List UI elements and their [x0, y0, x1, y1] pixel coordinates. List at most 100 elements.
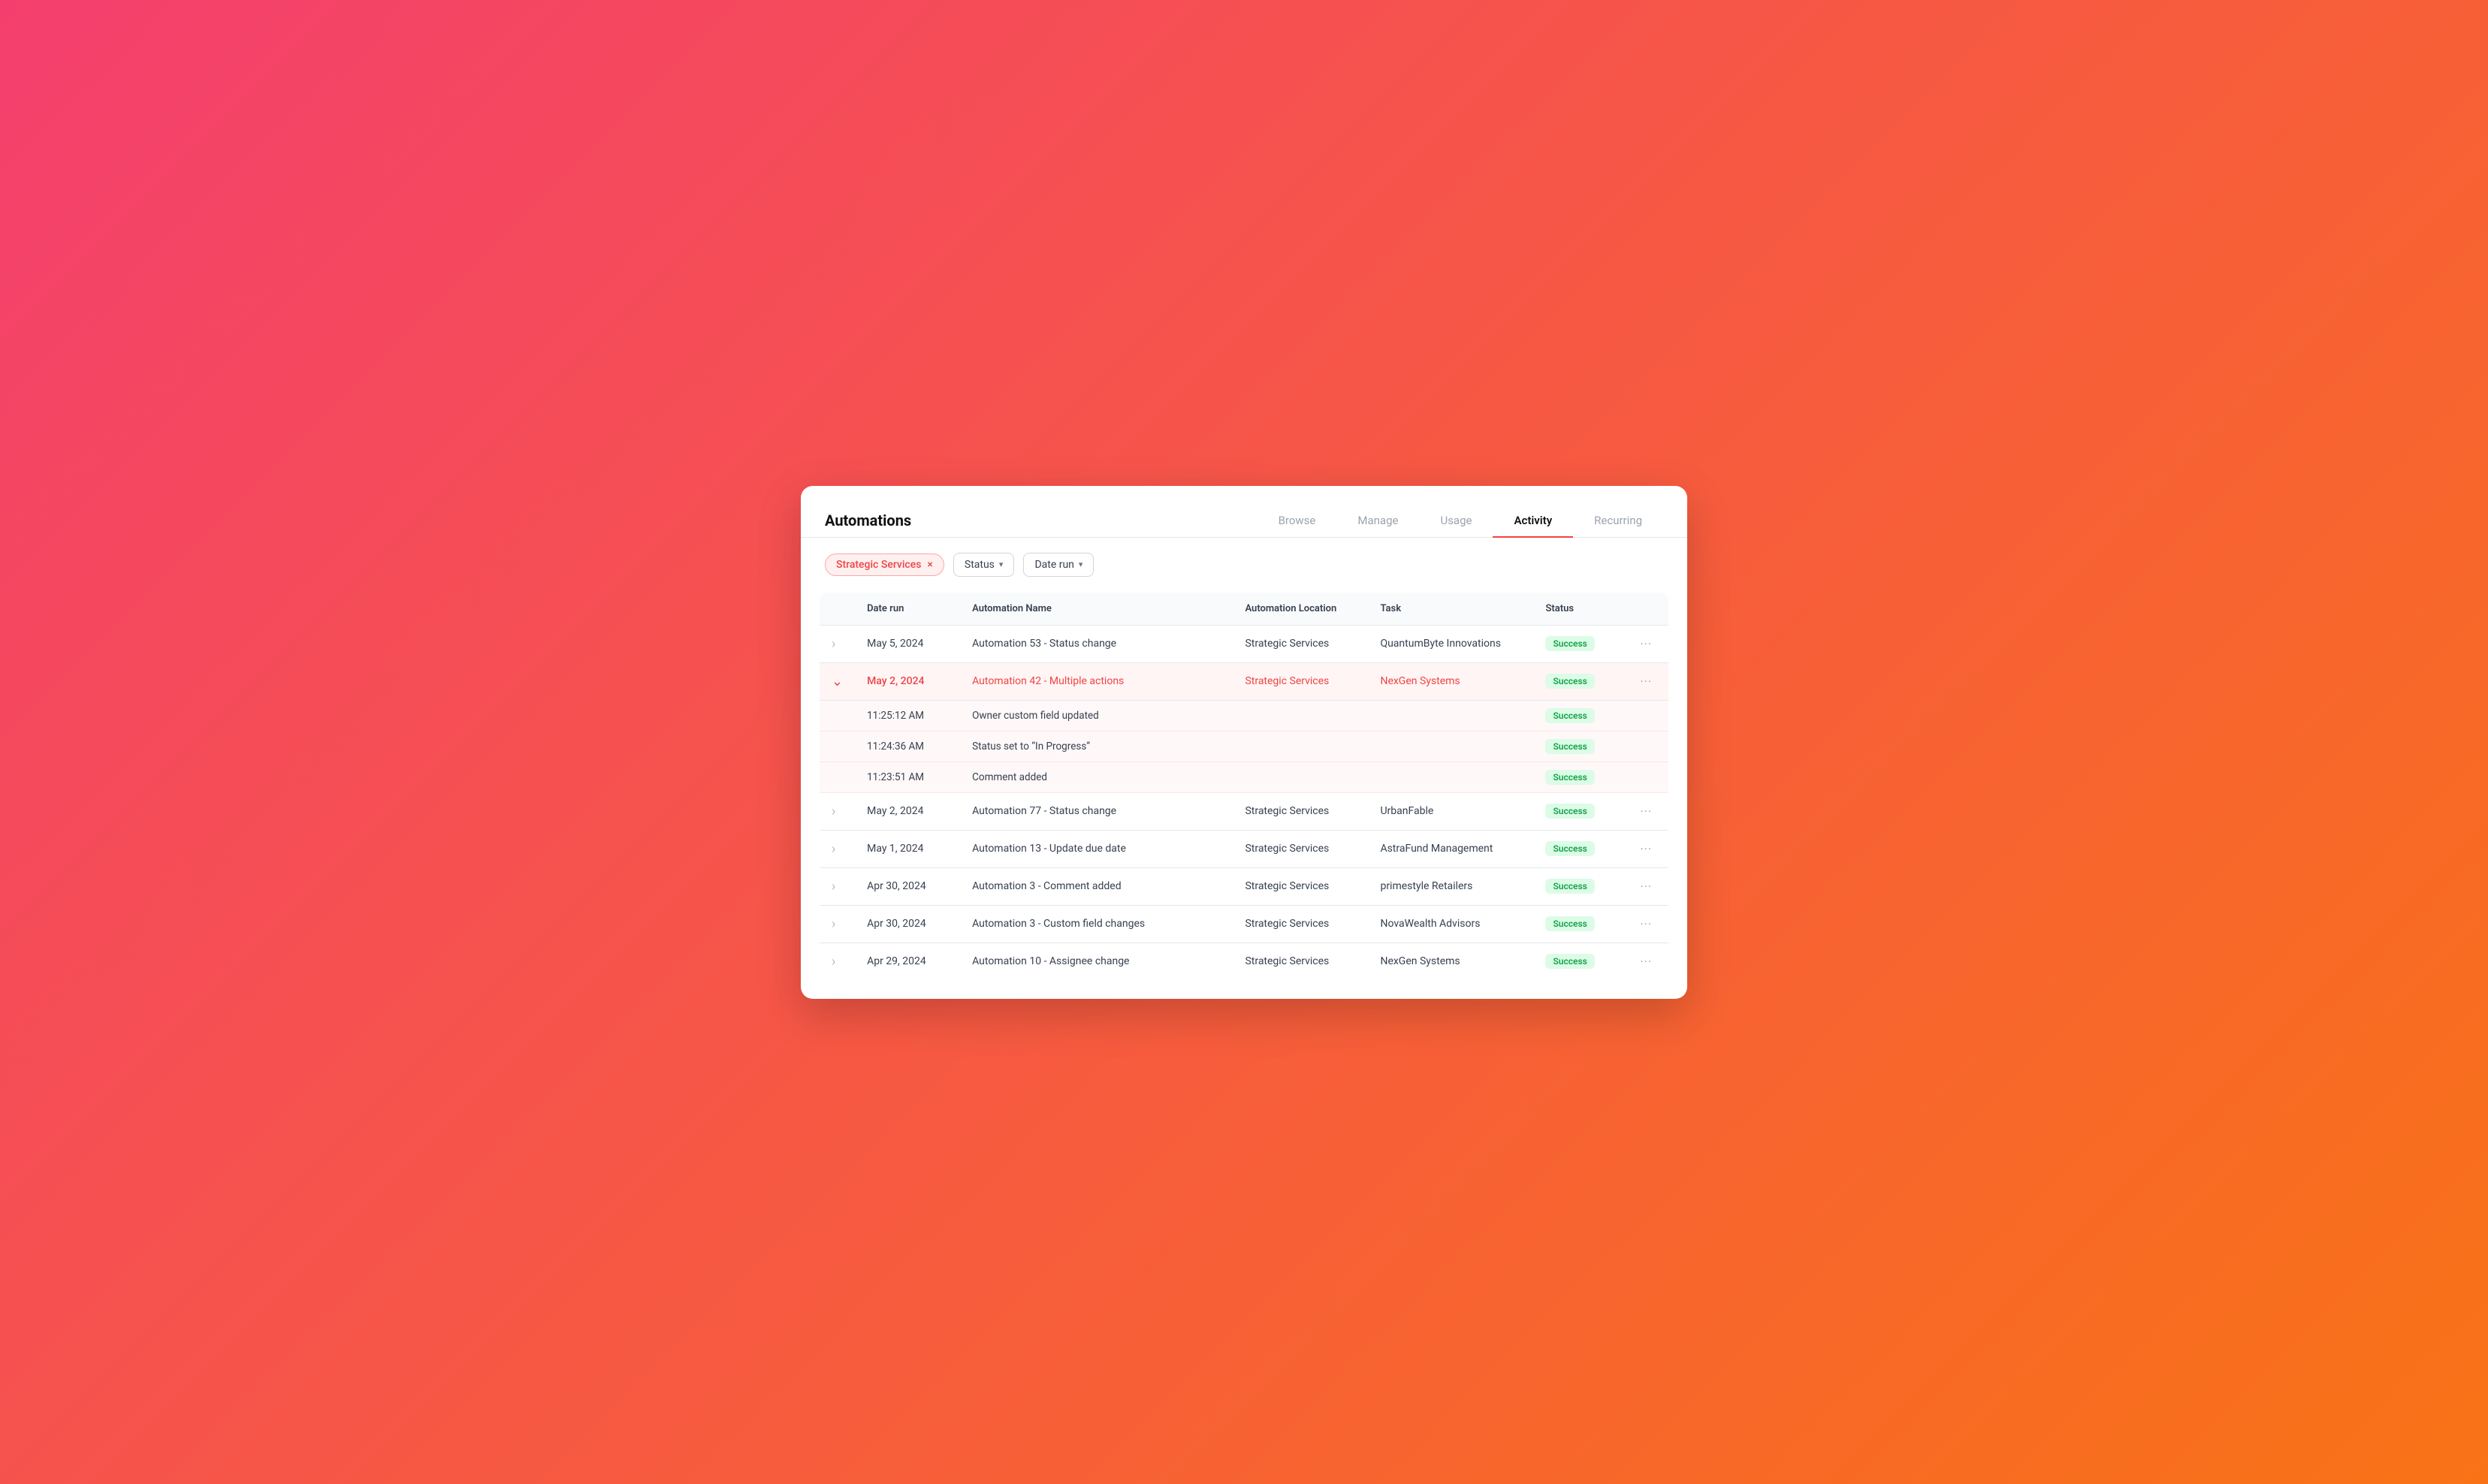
nav-tabs: BrowseManageUsageActivityRecurring: [1258, 504, 1663, 537]
table-row: › May 5, 2024 Automation 53 - Status cha…: [820, 625, 1669, 662]
filter-tag-close-icon[interactable]: ×: [927, 559, 932, 571]
sub-row-more-empty: [1623, 700, 1668, 731]
row-location: Strategic Services: [1233, 943, 1368, 980]
sub-row-empty-expand: [820, 731, 856, 762]
sub-row-more-empty: [1623, 762, 1668, 792]
row-expand-toggle[interactable]: ⌄: [820, 662, 856, 700]
row-more[interactable]: ···: [1623, 625, 1668, 662]
header: Automations BrowseManageUsageActivityRec…: [801, 486, 1687, 538]
chevron-down-icon: ▾: [1079, 560, 1083, 569]
row-location: Strategic Services: [1233, 792, 1368, 830]
row-location: Strategic Services: [1233, 867, 1368, 905]
tab-activity[interactable]: Activity: [1493, 505, 1573, 538]
row-date: May 2, 2024: [855, 792, 960, 830]
row-automation-name: Automation 42 - Multiple actions: [960, 662, 1233, 700]
status-badge: Success: [1545, 879, 1594, 894]
sub-row-time: 11:25:12 AM: [855, 700, 960, 731]
row-task: NovaWealth Advisors: [1368, 905, 1533, 943]
status-badge: Success: [1545, 674, 1594, 689]
more-options-icon[interactable]: ···: [1635, 952, 1656, 972]
row-status: Success: [1533, 792, 1623, 830]
table-container: Date run Automation Name Automation Loca…: [801, 592, 1687, 999]
col-expand-header: [820, 592, 856, 625]
row-task: NexGen Systems: [1368, 662, 1533, 700]
filter-dropdown-status[interactable]: Status ▾: [953, 553, 1015, 577]
sub-row-action: Owner custom field updated: [960, 700, 1533, 731]
row-expand-toggle[interactable]: ›: [820, 943, 856, 980]
row-expand-toggle[interactable]: ›: [820, 867, 856, 905]
sub-row-time: 11:23:51 AM: [855, 762, 960, 792]
row-automation-name: Automation 3 - Custom field changes: [960, 905, 1233, 943]
row-expand-toggle[interactable]: ›: [820, 792, 856, 830]
row-more[interactable]: ···: [1623, 662, 1668, 700]
row-automation-name: Automation 10 - Assignee change: [960, 943, 1233, 980]
col-location-header: Automation Location: [1233, 592, 1368, 625]
table-row: › May 2, 2024 Automation 77 - Status cha…: [820, 792, 1669, 830]
table-sub-row: 11:24:36 AM Status set to “In Progress” …: [820, 731, 1669, 762]
sub-row-action: Comment added: [960, 762, 1533, 792]
filter-tag-label: Strategic Services: [836, 559, 921, 571]
row-date: Apr 30, 2024: [855, 867, 960, 905]
status-badge: Success: [1545, 636, 1594, 651]
row-more[interactable]: ···: [1623, 905, 1668, 943]
table-row: › Apr 29, 2024 Automation 10 - Assignee …: [820, 943, 1669, 980]
row-location: Strategic Services: [1233, 905, 1368, 943]
status-badge: Success: [1545, 841, 1594, 856]
col-more-header: [1623, 592, 1668, 625]
chevron-down-icon: ▾: [999, 560, 1004, 569]
table-body: › May 5, 2024 Automation 53 - Status cha…: [820, 625, 1669, 980]
filter-dropdown-daterun[interactable]: Date run▾: [1023, 553, 1094, 577]
col-task-header: Task: [1368, 592, 1533, 625]
row-more[interactable]: ···: [1623, 867, 1668, 905]
row-task: primestyle Retailers: [1368, 867, 1533, 905]
row-status: Success: [1533, 867, 1623, 905]
more-options-icon[interactable]: ···: [1635, 634, 1656, 654]
status-badge: Success: [1545, 804, 1594, 819]
table-sub-row: 11:23:51 AM Comment added Success: [820, 762, 1669, 792]
row-task: AstraFund Management: [1368, 830, 1533, 867]
row-automation-name: Automation 77 - Status change: [960, 792, 1233, 830]
row-status: Success: [1533, 625, 1623, 662]
sub-row-status: Success: [1533, 762, 1623, 792]
app-window: Automations BrowseManageUsageActivityRec…: [801, 486, 1687, 999]
tab-browse[interactable]: Browse: [1258, 505, 1337, 538]
row-task: NexGen Systems: [1368, 943, 1533, 980]
row-location: Strategic Services: [1233, 625, 1368, 662]
more-options-icon[interactable]: ···: [1635, 839, 1656, 859]
filter-tag-strategic-services[interactable]: Strategic Services ×: [825, 553, 944, 576]
sub-status-badge: Success: [1545, 770, 1594, 785]
tab-recurring[interactable]: Recurring: [1573, 505, 1663, 538]
row-expand-toggle[interactable]: ›: [820, 830, 856, 867]
row-expand-toggle[interactable]: ›: [820, 905, 856, 943]
row-date: May 1, 2024: [855, 830, 960, 867]
filter-dropdown-label-status: Status: [965, 559, 995, 571]
more-options-icon[interactable]: ···: [1635, 914, 1656, 934]
row-status: Success: [1533, 943, 1623, 980]
row-automation-name: Automation 3 - Comment added: [960, 867, 1233, 905]
row-more[interactable]: ···: [1623, 943, 1668, 980]
more-options-icon[interactable]: ···: [1635, 801, 1656, 822]
row-status: Success: [1533, 830, 1623, 867]
sub-row-status: Success: [1533, 731, 1623, 762]
row-date: May 2, 2024: [855, 662, 960, 700]
row-date: Apr 30, 2024: [855, 905, 960, 943]
row-task: UrbanFable: [1368, 792, 1533, 830]
row-date: May 5, 2024: [855, 625, 960, 662]
tab-usage[interactable]: Usage: [1419, 505, 1493, 538]
tab-manage[interactable]: Manage: [1336, 505, 1419, 538]
row-location: Strategic Services: [1233, 662, 1368, 700]
table-row: › Apr 30, 2024 Automation 3 - Comment ad…: [820, 867, 1669, 905]
app-title: Automations: [825, 511, 911, 529]
more-options-icon[interactable]: ···: [1635, 671, 1656, 692]
row-more[interactable]: ···: [1623, 830, 1668, 867]
row-automation-name: Automation 13 - Update due date: [960, 830, 1233, 867]
automations-table: Date run Automation Name Automation Loca…: [819, 592, 1669, 981]
row-automation-name: Automation 53 - Status change: [960, 625, 1233, 662]
col-date-header: Date run: [855, 592, 960, 625]
sub-status-badge: Success: [1545, 708, 1594, 723]
row-expand-toggle[interactable]: ›: [820, 625, 856, 662]
more-options-icon[interactable]: ···: [1635, 876, 1656, 897]
status-badge: Success: [1545, 954, 1594, 969]
filters-bar: Strategic Services × Status▾Date run▾: [801, 538, 1687, 592]
row-more[interactable]: ···: [1623, 792, 1668, 830]
